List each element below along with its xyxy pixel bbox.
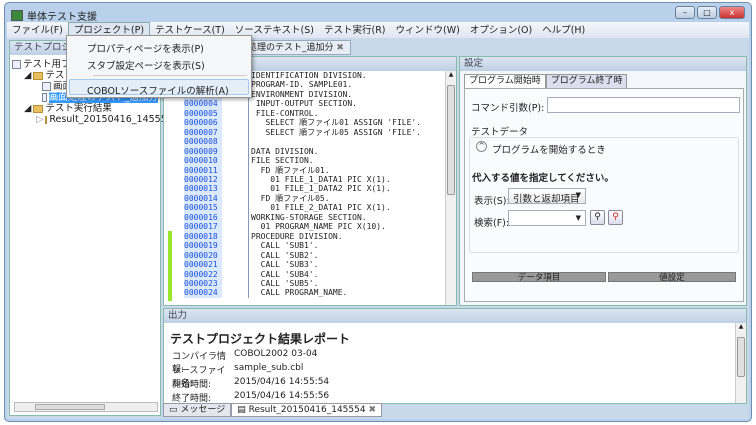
- horizontal-scrollbar[interactable]: [14, 402, 158, 412]
- line-number: 0000007: [184, 127, 218, 137]
- tab-program-start[interactable]: プログラム開始時: [464, 74, 546, 89]
- close-tab-icon[interactable]: ✖: [368, 405, 376, 415]
- menu-separator: [93, 75, 247, 76]
- tab-result[interactable]: ▤ Result_20150416_145554 ✖: [231, 403, 383, 417]
- line-number: 0000020: [184, 250, 218, 260]
- minimize-button[interactable]: –: [675, 6, 695, 19]
- search-label: 検索(F):: [474, 218, 510, 229]
- command-label: コマンド引数(P):: [471, 103, 545, 114]
- report-row: 開始時間: 2015/04/16 14:55:54: [172, 377, 330, 390]
- collapse-icon[interactable]: ^: [476, 141, 487, 152]
- line-number: 0000012: [184, 174, 218, 184]
- line-number: 0000013: [184, 184, 218, 194]
- window-title: 単体テスト支援: [27, 11, 97, 23]
- folder-icon: [33, 104, 44, 113]
- tab-messages[interactable]: ▭ メッセージ: [163, 403, 232, 417]
- tree-item[interactable]: ◢ テスト実行結果: [12, 103, 158, 114]
- report-title: テストプロジェクト結果レポート: [170, 332, 351, 346]
- close-button[interactable]: x: [719, 6, 745, 19]
- project-icon: [12, 60, 21, 69]
- column-data-item[interactable]: データ項目: [472, 272, 606, 283]
- test-data-label: テストデータ: [471, 127, 529, 138]
- line-number: 0000023: [184, 278, 218, 288]
- display-select[interactable]: 引数と返却項目 ▼: [508, 188, 586, 205]
- command-args-input[interactable]: [547, 97, 740, 113]
- test-data-group: ^ プログラムを開始するとき 代入する値を指定してください。 表示(S): 引数…: [469, 137, 739, 283]
- line-number: 0000021: [184, 260, 218, 270]
- line-number: 0000016: [184, 212, 218, 222]
- search-icon[interactable]: ⚲: [590, 210, 605, 225]
- line-numbers: 0000001000000200000030000004000000500000…: [184, 71, 222, 298]
- menu-item-stub-settings[interactable]: スタブ設定ページを表示(S): [87, 58, 205, 72]
- settings-panel: 設定 プログラム開始時 プログラム終了時 コマンド引数(P): テストデータ ^…: [459, 56, 747, 306]
- line-number: 0000010: [184, 156, 218, 166]
- testcase-icon: [42, 93, 47, 102]
- menu-item-analyze-cobol[interactable]: COBOLソースファイルの解析(A): [87, 83, 229, 97]
- line-number: 0000005: [184, 108, 218, 118]
- line-number: 0000011: [184, 165, 218, 175]
- instruction-text: 代入する値を指定してください。: [472, 173, 614, 184]
- line-number: 0000022: [184, 269, 218, 279]
- line-number: 0000018: [184, 231, 218, 241]
- line-number: 0000017: [184, 222, 218, 232]
- menu-help[interactable]: ヘルプ(H): [537, 23, 590, 38]
- code-text: IDENTIFICATION DIVISION. PROGRAM-ID. SAM…: [248, 71, 421, 298]
- line-number: 0000019: [184, 241, 218, 251]
- menu-run[interactable]: テスト実行(R): [319, 23, 391, 38]
- clear-search-icon[interactable]: ⚲: [608, 210, 623, 225]
- tree-item[interactable]: ▷ Result_20150416_145554: [12, 114, 173, 125]
- folder-icon: [33, 71, 44, 80]
- settings-title: 設定: [460, 57, 746, 71]
- vertical-scrollbar[interactable]: ▲: [445, 71, 456, 305]
- maximize-button[interactable]: □: [697, 6, 717, 19]
- column-value[interactable]: 値設定: [608, 272, 736, 283]
- line-number: 0000008: [184, 137, 218, 147]
- app-icon: [11, 9, 23, 21]
- line-number: 0000004: [184, 99, 218, 109]
- search-combo[interactable]: ▼: [508, 210, 586, 226]
- line-number: 0000006: [184, 118, 218, 128]
- menu-options[interactable]: オプション(O): [465, 23, 537, 38]
- line-number: 0000015: [184, 203, 218, 213]
- line-number: 0000009: [184, 146, 218, 156]
- tab-program-end[interactable]: プログラム終了時: [545, 74, 628, 89]
- expander-label[interactable]: プログラムを開始するとき: [492, 142, 606, 156]
- display-label: 表示(S):: [474, 196, 510, 207]
- testcase-icon: [42, 82, 51, 91]
- project-menu-dropdown: プロパティページを表示(P) スタブ設定ページを表示(S) COBOLソースファ…: [66, 35, 252, 98]
- menu-window[interactable]: ウィンドウ(W): [391, 23, 465, 38]
- result-icon: ▤: [237, 405, 246, 415]
- output-scrollbar[interactable]: ▲: [735, 323, 746, 403]
- close-tab-icon[interactable]: ✖: [336, 43, 344, 53]
- folder-icon: [45, 115, 48, 124]
- line-number: 0000024: [184, 288, 218, 298]
- menu-file[interactable]: ファイル(F): [7, 23, 68, 38]
- menu-item-properties[interactable]: プロパティページを表示(P): [87, 41, 204, 55]
- coverage-marker: [168, 231, 172, 301]
- line-number: 0000014: [184, 193, 218, 203]
- output-title: 出力: [164, 309, 746, 323]
- output-panel: 出力 テストプロジェクト結果レポート コンパイラ情報: COBOL2002 03-…: [163, 308, 747, 404]
- message-icon: ▭: [169, 405, 178, 415]
